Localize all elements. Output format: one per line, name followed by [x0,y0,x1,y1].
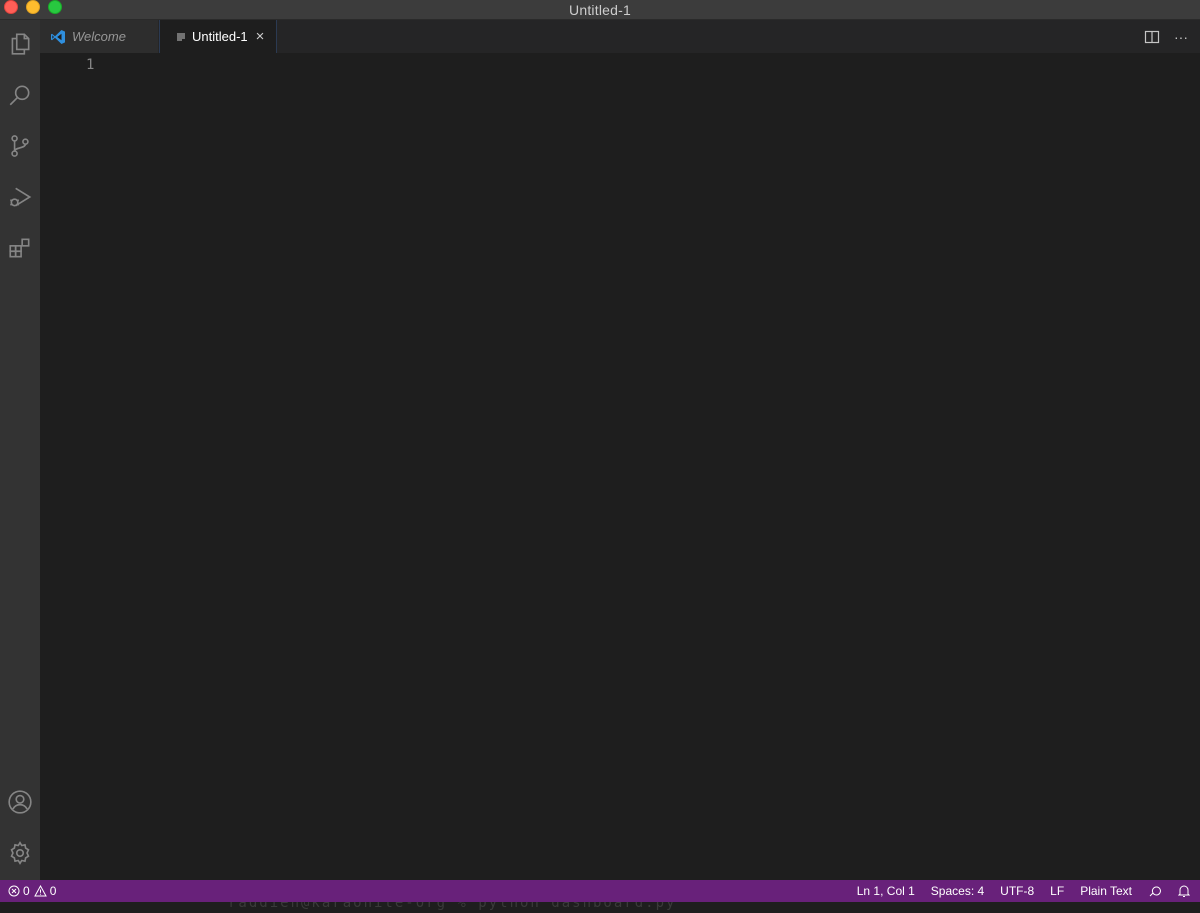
extensions-icon[interactable] [0,228,40,268]
tab-welcome[interactable]: Welcome [40,20,159,53]
language-mode[interactable]: Plain Text [1080,884,1132,898]
source-control-icon[interactable] [0,126,40,166]
run-debug-icon[interactable] [0,177,40,217]
split-editor-icon[interactable] [1144,29,1160,45]
tab-label: Untitled-1 [192,29,248,44]
problems-indicator[interactable]: 0 0 [8,880,56,902]
close-window-button[interactable] [4,0,18,14]
notifications-bell-icon[interactable] [1178,884,1190,898]
settings-gear-icon[interactable] [0,833,40,873]
minimize-window-button[interactable] [26,0,40,14]
activity-bar [0,20,40,880]
accounts-icon[interactable] [0,782,40,822]
encoding[interactable]: UTF-8 [1000,884,1034,898]
indentation[interactable]: Spaces: 4 [931,884,984,898]
title-bar: Untitled-1 [0,0,1200,20]
status-right: Ln 1, Col 1 Spaces: 4 UTF-8 LF Plain Tex… [857,880,1190,902]
line-number: 1 [86,57,95,73]
explorer-icon[interactable] [0,24,40,64]
vscode-logo-icon [50,29,66,45]
close-tab-icon[interactable]: × [256,29,265,44]
cursor-position[interactable]: Ln 1, Col 1 [857,884,915,898]
editor-actions: ··· [1144,20,1188,53]
tab-bar: Welcome Untitled-1 × ··· [40,20,1200,53]
error-icon [8,885,20,897]
search-icon[interactable] [0,75,40,115]
errors-indicator[interactable]: 0 [8,884,30,898]
error-count: 0 [23,884,30,898]
end-of-line[interactable]: LF [1050,884,1064,898]
window-title: Untitled-1 [569,1,631,18]
feedback-icon[interactable] [1148,884,1162,898]
text-file-icon [176,32,186,42]
tab-label: Welcome [72,29,126,44]
editor-area[interactable]: 1 [40,53,1200,880]
zoom-window-button[interactable] [48,0,62,14]
warning-count: 0 [49,884,57,898]
background-terminal: raddien@karaonite-org % python dashboard… [0,902,1200,913]
tab-untitled-1[interactable]: Untitled-1 × [159,20,277,53]
status-bar: 0 0 Ln 1, Col 1 Spaces: 4 UTF-8 LF Plain… [0,880,1200,902]
warning-icon [33,885,47,897]
terminal-ghost-text: raddien@karaonite-org % python dashboard… [228,902,677,911]
window-controls [4,0,62,14]
more-actions-icon[interactable]: ··· [1174,29,1188,45]
warnings-indicator[interactable]: 0 [33,884,57,898]
